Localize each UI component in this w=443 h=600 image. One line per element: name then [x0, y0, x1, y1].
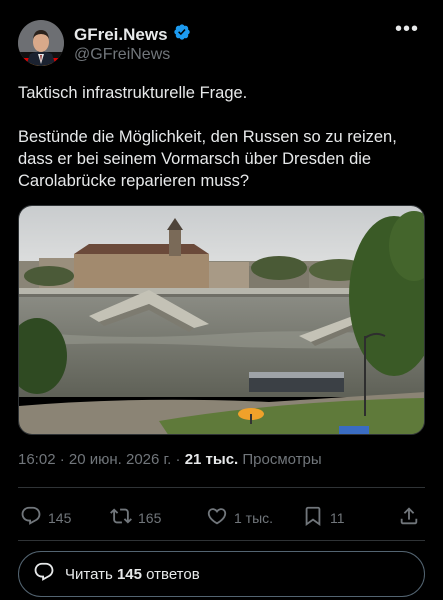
like-count: 1 тыс.: [234, 509, 274, 526]
divider: [18, 487, 425, 488]
speech-bubble-icon: [33, 561, 55, 588]
tweet-paragraph: Taktisch infrastrukturelle Frage.: [18, 84, 248, 102]
read-replies-label: Читать 145 ответов: [65, 566, 200, 583]
action-bar: 145 165 1 тыс. 11: [18, 505, 425, 535]
read-replies-count: 145: [116, 565, 142, 583]
tweet-paragraph: Bestünde die Möglichkeit, den Russen so …: [18, 128, 397, 190]
tweet-metadata: 16:02 · 20 июн. 2026 г. · 21 тыс. Просмо…: [18, 451, 322, 468]
tweet-time[interactable]: 16:02: [18, 451, 56, 468]
repost-button[interactable]: 165: [110, 505, 161, 530]
share-icon: [398, 505, 420, 530]
meta-separator: ·: [175, 451, 181, 468]
read-replies-button[interactable]: Читать 145 ответов: [18, 551, 425, 597]
tweet-header: GFrei.News @GFreiNews •••: [18, 19, 425, 68]
read-replies-prefix: Читать: [65, 565, 117, 583]
author-avatar[interactable]: [18, 20, 64, 66]
author-display-name[interactable]: GFrei.News: [74, 25, 168, 45]
reply-button[interactable]: 145: [20, 505, 71, 530]
bookmark-icon: [302, 505, 324, 530]
bookmark-count: 11: [330, 509, 345, 526]
repost-icon: [110, 505, 132, 530]
bookmark-button[interactable]: 11: [302, 505, 345, 530]
heart-icon: [206, 505, 228, 530]
views-count: 21 тыс.: [184, 451, 239, 468]
repost-count: 165: [138, 509, 162, 526]
tweet-text: Taktisch infrastrukturelle Frage. Bestün…: [18, 82, 428, 214]
reply-count: 145: [48, 509, 72, 526]
share-button[interactable]: [398, 505, 420, 530]
more-options-icon[interactable]: •••: [395, 19, 419, 39]
reply-icon: [20, 505, 42, 530]
views-label: Просмотры: [242, 451, 322, 468]
like-button[interactable]: 1 тыс.: [206, 505, 273, 530]
tweet-date[interactable]: 20 июн. 2026 г.: [69, 451, 171, 468]
verified-badge-icon: [173, 23, 191, 46]
tweet-photo[interactable]: [18, 205, 425, 435]
meta-separator: ·: [59, 451, 65, 468]
author-handle[interactable]: @GFreiNews: [74, 46, 170, 64]
read-replies-suffix: ответов: [141, 565, 200, 583]
divider: [18, 540, 425, 541]
